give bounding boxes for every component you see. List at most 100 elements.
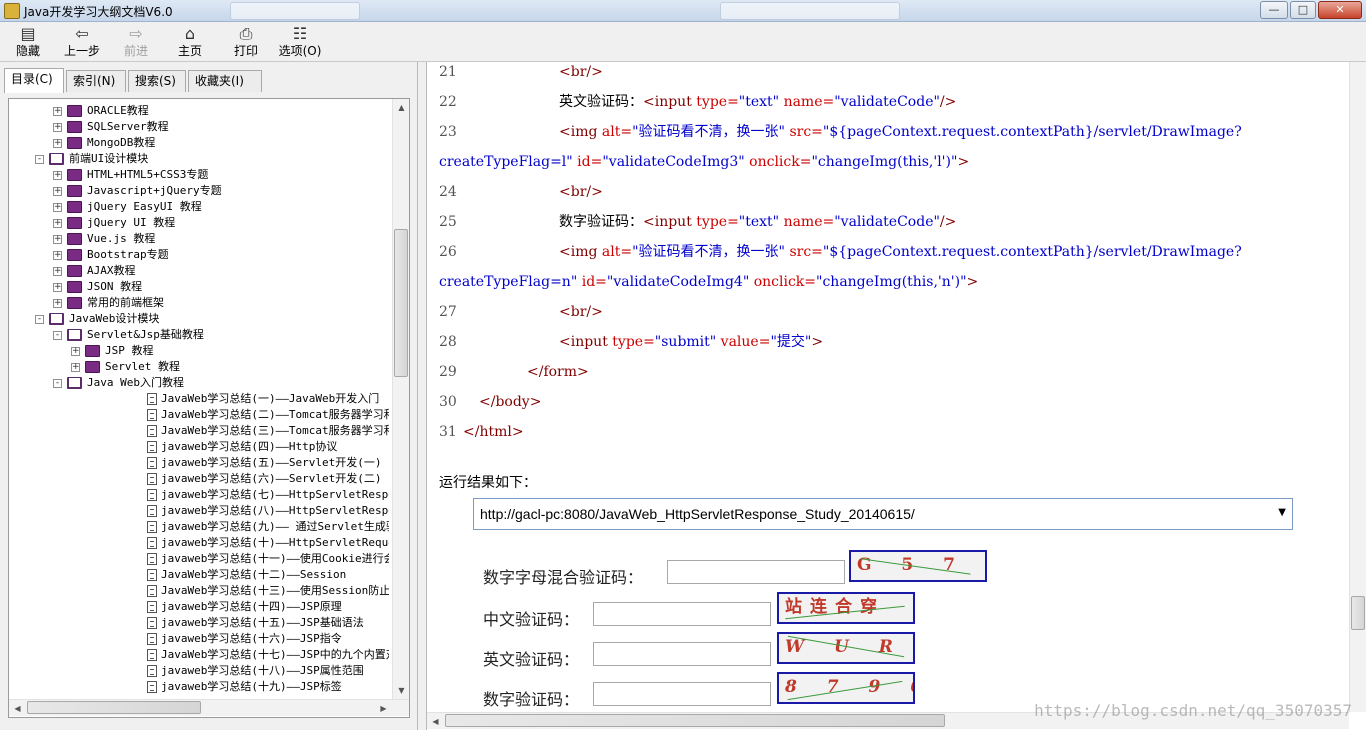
captcha-image[interactable]: G 5 7 3 — [849, 550, 987, 582]
captcha-input[interactable] — [593, 642, 771, 666]
line-number: 27 — [439, 304, 457, 320]
book-icon — [85, 345, 100, 357]
expand-icon[interactable]: + — [53, 171, 62, 180]
captcha-label: 数字字母混合验证码： — [483, 568, 644, 587]
tree-item-label: SQLServer教程 — [87, 120, 169, 133]
content-vertical-scrollbar[interactable] — [1349, 62, 1366, 712]
code-token: alt= — [601, 244, 633, 260]
line-number: 24 — [439, 184, 457, 200]
page-icon — [147, 505, 157, 517]
code-token: name= — [783, 214, 835, 230]
tree-item-label: JavaWeb设计模块 — [69, 312, 160, 325]
page-icon — [147, 457, 157, 469]
scroll-left-icon[interactable]: ◀ — [9, 700, 26, 717]
hide-button[interactable]: ▤ 隐藏 — [2, 24, 54, 60]
expand-icon[interactable]: + — [53, 123, 62, 132]
scroll-left-icon[interactable]: ◀ — [427, 713, 444, 730]
expand-icon[interactable]: + — [53, 283, 62, 292]
code-token: "submit" — [654, 334, 721, 350]
expand-icon[interactable]: + — [53, 219, 62, 228]
expand-icon[interactable]: + — [71, 347, 80, 356]
code-token: onclick= — [753, 274, 817, 290]
code-token: type= — [612, 334, 655, 350]
page-icon — [147, 633, 157, 645]
book-icon — [67, 265, 82, 277]
code-token: 英文验证码： — [559, 94, 643, 110]
expand-icon[interactable]: + — [53, 235, 62, 244]
tree-item-label: Vue.js 教程 — [87, 232, 156, 245]
home-button[interactable]: ⌂ 主页 — [164, 24, 216, 60]
tree-item-label: JavaWeb学习总结(十三)——使用Session防止表单重复 — [161, 584, 389, 597]
expand-icon[interactable]: + — [53, 187, 62, 196]
back-label: 上一步 — [63, 44, 100, 58]
app-icon — [4, 3, 20, 19]
tab-favorites[interactable]: 收藏夹(I) — [188, 70, 262, 92]
forward-arrow-icon: ⇨ — [129, 24, 143, 43]
code-token: "验证码看不清，换一张" — [632, 244, 790, 260]
result-label: 运行结果如下： — [439, 475, 537, 491]
scroll-thumb[interactable] — [1351, 596, 1365, 630]
captcha-image[interactable]: 站连合穿 — [777, 592, 915, 624]
expand-icon[interactable]: + — [71, 363, 80, 372]
options-button[interactable]: ☷ 选项(O) — [274, 24, 326, 60]
collapse-icon[interactable]: - — [53, 331, 62, 340]
page-icon — [147, 569, 157, 581]
tree-horizontal-scrollbar[interactable]: ◀ ▶ — [9, 699, 409, 716]
scroll-thumb[interactable] — [394, 229, 408, 377]
expand-icon[interactable]: + — [53, 267, 62, 276]
navigation-pane: 目录(C) 索引(N) 搜索(S) 收藏夹(I) + ORACLE教程 + SQLSe… — [0, 62, 418, 730]
forward-button[interactable]: ⇨ 前进 — [110, 24, 162, 60]
maximize-button[interactable]: □ — [1290, 1, 1316, 19]
expand-icon[interactable]: + — [53, 251, 62, 260]
captcha-input[interactable] — [593, 682, 771, 706]
scroll-right-icon[interactable]: ▶ — [375, 700, 392, 717]
code-token: "validateCodeImg3" — [602, 154, 750, 170]
scroll-down-icon[interactable]: ▼ — [393, 682, 409, 699]
scroll-thumb[interactable] — [27, 701, 201, 714]
collapse-icon[interactable]: - — [35, 315, 44, 324]
code-token: type= — [696, 94, 739, 110]
scroll-thumb[interactable] — [445, 714, 945, 727]
taskbar-tab[interactable] — [230, 2, 360, 20]
captcha-input[interactable] — [667, 560, 845, 584]
captcha-image[interactable]: W U R N — [777, 632, 915, 664]
back-button[interactable]: ⇦ 上一步 — [56, 24, 108, 60]
collapse-icon[interactable]: - — [35, 155, 44, 164]
expand-icon[interactable]: + — [53, 107, 62, 116]
scroll-up-icon[interactable]: ▲ — [393, 99, 409, 116]
back-arrow-icon: ⇦ — [75, 24, 89, 43]
tab-search[interactable]: 搜索(S) — [128, 70, 186, 92]
expand-icon[interactable]: + — [53, 139, 62, 148]
code-token: "text" — [738, 214, 784, 230]
book-open-icon — [49, 153, 64, 165]
tab-contents[interactable]: 目录(C) — [4, 68, 64, 93]
book-open-icon — [67, 329, 82, 341]
code-content: <img alt="验证码看不清，换一张" src="${pageContext… — [559, 122, 1242, 142]
expand-icon[interactable]: + — [53, 299, 62, 308]
collapse-icon[interactable]: - — [53, 379, 62, 388]
tree-item-label: Servlet 教程 — [105, 360, 180, 373]
tree-item-label: Java Web入门教程 — [87, 376, 184, 389]
tree-item-label: jQuery EasyUI 教程 — [87, 200, 202, 213]
print-label: 打印 — [233, 44, 258, 58]
captcha-row-english: 英文验证码： W U R N — [483, 632, 1003, 672]
captcha-input[interactable] — [593, 602, 771, 626]
taskbar-tab[interactable] — [720, 2, 900, 20]
print-button[interactable]: ⎙ 打印 — [220, 24, 272, 60]
tree-vertical-scrollbar[interactable]: ▲ ▼ — [392, 99, 409, 699]
expand-icon[interactable]: + — [53, 203, 62, 212]
tree-item-label: javaweb学习总结(十五)——JSP基础语法 — [161, 616, 364, 629]
tree-item-label: HTML+HTML5+CSS3专题 — [87, 168, 209, 181]
tab-index[interactable]: 索引(N) — [66, 70, 126, 92]
captcha-image[interactable]: 8 7 9 6 — [777, 672, 915, 704]
tree-item-label: javaweb学习总结(十九)——JSP标签 — [161, 680, 342, 693]
close-button[interactable]: ✕ — [1318, 1, 1362, 19]
code-content: createTypeFlag=n" id="validateCodeImg4" … — [439, 272, 978, 292]
tree-item-label: JavaWeb学习总结(三)——Tomcat服务器学习和使用(二 — [161, 424, 389, 437]
book-icon — [67, 297, 82, 309]
code-token: <input — [643, 214, 697, 230]
minimize-button[interactable]: — — [1260, 1, 1288, 19]
book-icon — [67, 249, 82, 261]
book-icon — [67, 121, 82, 133]
toolbar: ▤ 隐藏 ⇦ 上一步 ⇨ 前进 ⌂ 主页 ⎙ 打印 ☷ 选项(O) — [0, 22, 1366, 62]
